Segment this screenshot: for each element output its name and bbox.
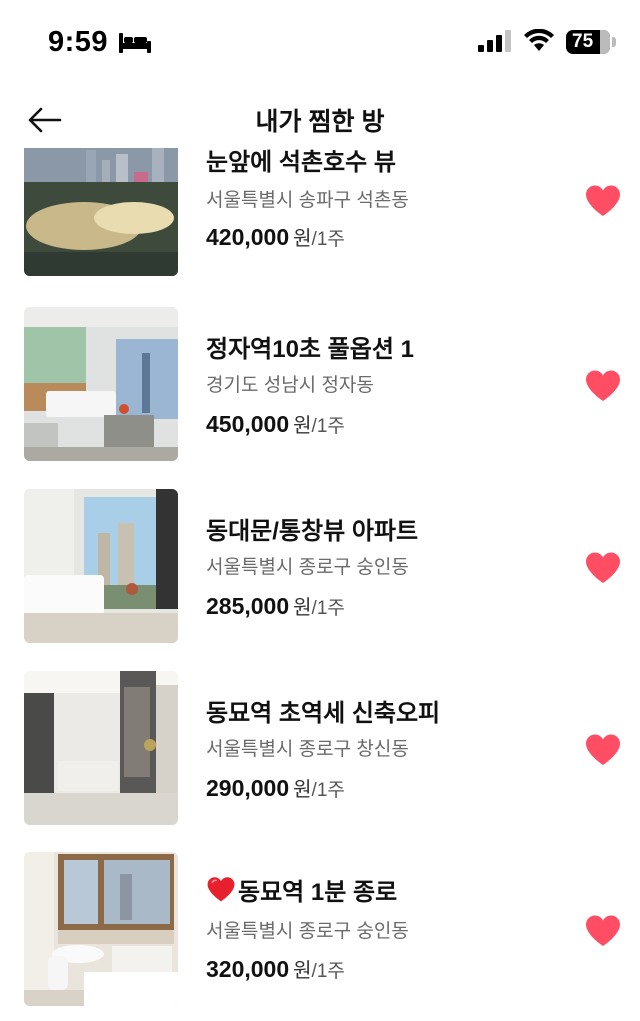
listing-address: 서울특별시 종로구 창신동 xyxy=(206,739,409,760)
listing-name: 정자역10초 풀옵션 1 xyxy=(206,336,414,363)
room-thumbnail[interactable] xyxy=(24,852,178,1006)
period-label: /1주 xyxy=(311,598,345,619)
price-line: 285,000 원/1주 xyxy=(206,591,345,620)
list-item[interactable]: 눈앞에 석촌호수 뷰 서울특별시 송파구 석촌동 420,000 원/1주 xyxy=(0,148,640,282)
heart-icon xyxy=(586,370,620,401)
heart-icon xyxy=(586,552,620,583)
favorite-button[interactable] xyxy=(584,733,622,767)
listing-price: 290,000 xyxy=(206,775,290,801)
currency-label: 원 xyxy=(293,228,312,250)
listing-price: 285,000 xyxy=(206,593,290,619)
wifi-icon xyxy=(524,28,554,58)
room-thumbnail[interactable] xyxy=(24,671,178,825)
battery-tip xyxy=(612,37,616,47)
currency-label: 원 xyxy=(293,960,312,982)
listing-name: 동묘역 1분 종로 xyxy=(206,872,397,910)
status-time: 9:59 xyxy=(48,26,109,58)
status-bar: 9:59 75 xyxy=(0,0,640,80)
room-thumbnail[interactable] xyxy=(24,489,178,643)
currency-label: 원 xyxy=(293,415,312,437)
listing-price: 320,000 xyxy=(206,956,290,982)
period-label: /1주 xyxy=(311,416,345,437)
heart-icon xyxy=(586,734,620,765)
nav-header: 내가 찜한 방 xyxy=(0,88,640,148)
list-item[interactable]: 동묘역 초역세 신축오피 서울특별시 종로구 창신동 290,000 원/1주 xyxy=(0,671,640,831)
listing-address: 경기도 성남시 정자동 xyxy=(206,375,374,396)
favorites-list: 눈앞에 석촌호수 뷰 서울특별시 송파구 석촌동 420,000 원/1주 정자… xyxy=(0,148,640,1021)
price-line: 420,000 원/1주 xyxy=(206,222,345,251)
period-label: /1주 xyxy=(311,780,345,801)
list-item[interactable]: 동대문/통창뷰 아파트 서울특별시 종로구 숭인동 285,000 원/1주 xyxy=(0,489,640,649)
currency-label: 원 xyxy=(293,597,312,619)
listing-address: 서울특별시 송파구 석촌동 xyxy=(206,190,409,211)
battery-icon: 75 xyxy=(566,30,610,54)
price-line: 320,000 원/1주 xyxy=(206,954,345,983)
heart-icon xyxy=(586,185,620,216)
listing-address: 서울특별시 종로구 숭인동 xyxy=(206,921,409,942)
listing-price: 450,000 xyxy=(206,411,290,437)
period-label: /1주 xyxy=(311,229,345,250)
red-heart-emoji-icon xyxy=(206,876,236,910)
page-title: 내가 찜한 방 xyxy=(255,108,385,136)
favorite-button[interactable] xyxy=(584,369,622,403)
period-label: /1주 xyxy=(311,961,345,982)
listing-name: 눈앞에 석촌호수 뷰 xyxy=(206,149,396,176)
listing-address: 서울특별시 종로구 숭인동 xyxy=(206,557,409,578)
listing-name: 동대문/통창뷰 아파트 xyxy=(206,518,419,545)
heart-icon xyxy=(586,915,620,946)
favorite-button[interactable] xyxy=(584,914,622,948)
signal-icon xyxy=(478,30,512,57)
listing-name: 동묘역 초역세 신축오피 xyxy=(206,700,441,727)
bed-icon xyxy=(119,33,151,58)
favorite-button[interactable] xyxy=(584,551,622,585)
price-line: 290,000 원/1주 xyxy=(206,773,345,802)
currency-label: 원 xyxy=(293,779,312,801)
favorite-button[interactable] xyxy=(584,184,622,218)
room-thumbnail[interactable] xyxy=(24,307,178,461)
listing-price: 420,000 xyxy=(206,224,290,250)
list-item[interactable]: 동묘역 1분 종로 서울특별시 종로구 숭인동 320,000 원/1주 xyxy=(0,852,640,1012)
listing-name-text: 동묘역 1분 종로 xyxy=(238,879,398,906)
price-line: 450,000 원/1주 xyxy=(206,409,345,438)
battery-level: 75 xyxy=(572,31,594,52)
room-thumbnail[interactable] xyxy=(24,148,178,276)
list-item[interactable]: 정자역10초 풀옵션 1 경기도 성남시 정자동 450,000 원/1주 xyxy=(0,307,640,467)
